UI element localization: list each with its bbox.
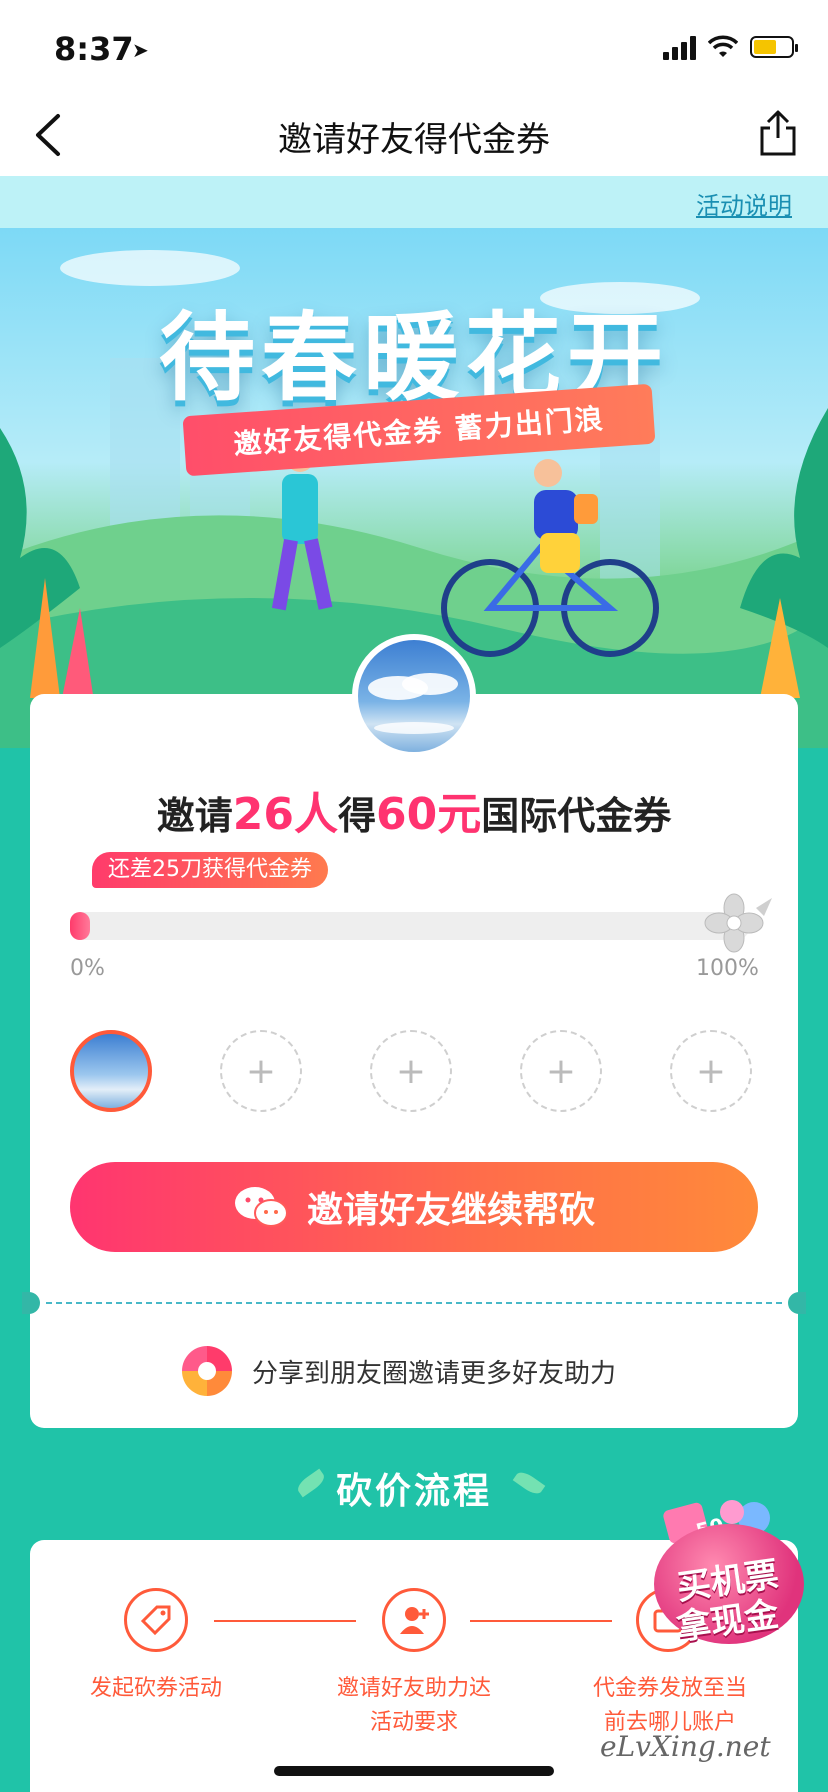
status-time: 8:37 <box>54 30 134 68</box>
status-bar: 8:37 ➤ <box>0 0 828 96</box>
nav-bar: 邀请好友得代金券 <box>0 96 828 176</box>
invite-headline: 邀请26人得60元国际代金券 <box>30 778 798 842</box>
plus-icon: + <box>395 1050 427 1092</box>
headline-amount: 60元 <box>376 789 482 840</box>
battery-icon <box>750 36 798 58</box>
helper-slot-empty[interactable]: + <box>220 1030 302 1112</box>
activity-rules-link[interactable]: 活动说明 <box>696 186 792 221</box>
step-1-line1: 发起砍券活动 <box>89 1676 222 1701</box>
helper-slot-empty[interactable]: + <box>670 1030 752 1112</box>
plus-icon: + <box>695 1050 727 1092</box>
dashed-divider <box>46 1302 782 1304</box>
add-friend-icon <box>382 1588 446 1652</box>
invite-friends-label: 邀请好友继续帮砍 <box>306 1190 595 1231</box>
plus-icon: + <box>245 1050 277 1092</box>
headline-mid: 得 <box>337 794 376 838</box>
helper-slot-empty[interactable]: + <box>370 1030 452 1112</box>
step-2-text: 邀请好友助力达 活动要求 <box>304 1672 524 1740</box>
invite-friends-button[interactable]: 邀请好友继续帮砍 <box>70 1162 758 1252</box>
remaining-tip-badge: 还差25刀获得代金券 <box>92 852 328 888</box>
moments-icon <box>182 1346 232 1396</box>
step-2-line1: 邀请好友助力达 <box>336 1676 491 1701</box>
location-arrow-icon: ➤ <box>132 38 149 62</box>
plus-icon: + <box>545 1050 577 1092</box>
headline-people-count: 26人 <box>232 789 338 840</box>
flower-icon <box>704 893 772 953</box>
page-title: 邀请好友得代金券 <box>278 120 550 160</box>
step-1-text: 发起砍券活动 <box>46 1672 266 1706</box>
wifi-icon <box>708 35 738 57</box>
wechat-icon <box>234 1187 288 1227</box>
progress-fill <box>70 912 90 940</box>
step-connector <box>470 1620 612 1622</box>
step-2-line2: 活动要求 <box>369 1710 458 1735</box>
share-icon[interactable] <box>756 108 800 158</box>
headline-prefix: 邀请 <box>156 794 233 838</box>
helper-slots: + + + + <box>70 1030 760 1114</box>
promo-floating-badge[interactable]: 50 买机票 拿现金 <box>636 1494 806 1648</box>
share-moments-row[interactable]: 分享到朋友圈邀请更多好友助力 <box>182 1346 616 1396</box>
progress-max-label: 100% <box>696 956 759 981</box>
step-connector <box>214 1620 356 1622</box>
watermark: eLvXing.net <box>600 1730 771 1763</box>
helper-slot-empty[interactable]: + <box>520 1030 602 1112</box>
step-3-line1: 代金券发放至当 <box>592 1676 747 1701</box>
signal-icon <box>663 34 696 60</box>
card-notch-right <box>788 1292 806 1314</box>
hero-title: 待春暖花开 <box>159 302 669 414</box>
progress-min-label: 0% <box>70 956 105 981</box>
coupon-tag-icon <box>124 1588 188 1652</box>
progress-bar <box>70 912 750 940</box>
user-avatar <box>352 634 476 758</box>
share-moments-label: 分享到朋友圈邀请更多好友助力 <box>252 1358 617 1389</box>
rules-bar: 活动说明 <box>0 176 828 228</box>
helper-avatar-filled <box>70 1030 152 1112</box>
status-icons <box>663 34 798 60</box>
home-indicator <box>274 1766 554 1776</box>
headline-suffix: 国际代金券 <box>481 794 672 838</box>
